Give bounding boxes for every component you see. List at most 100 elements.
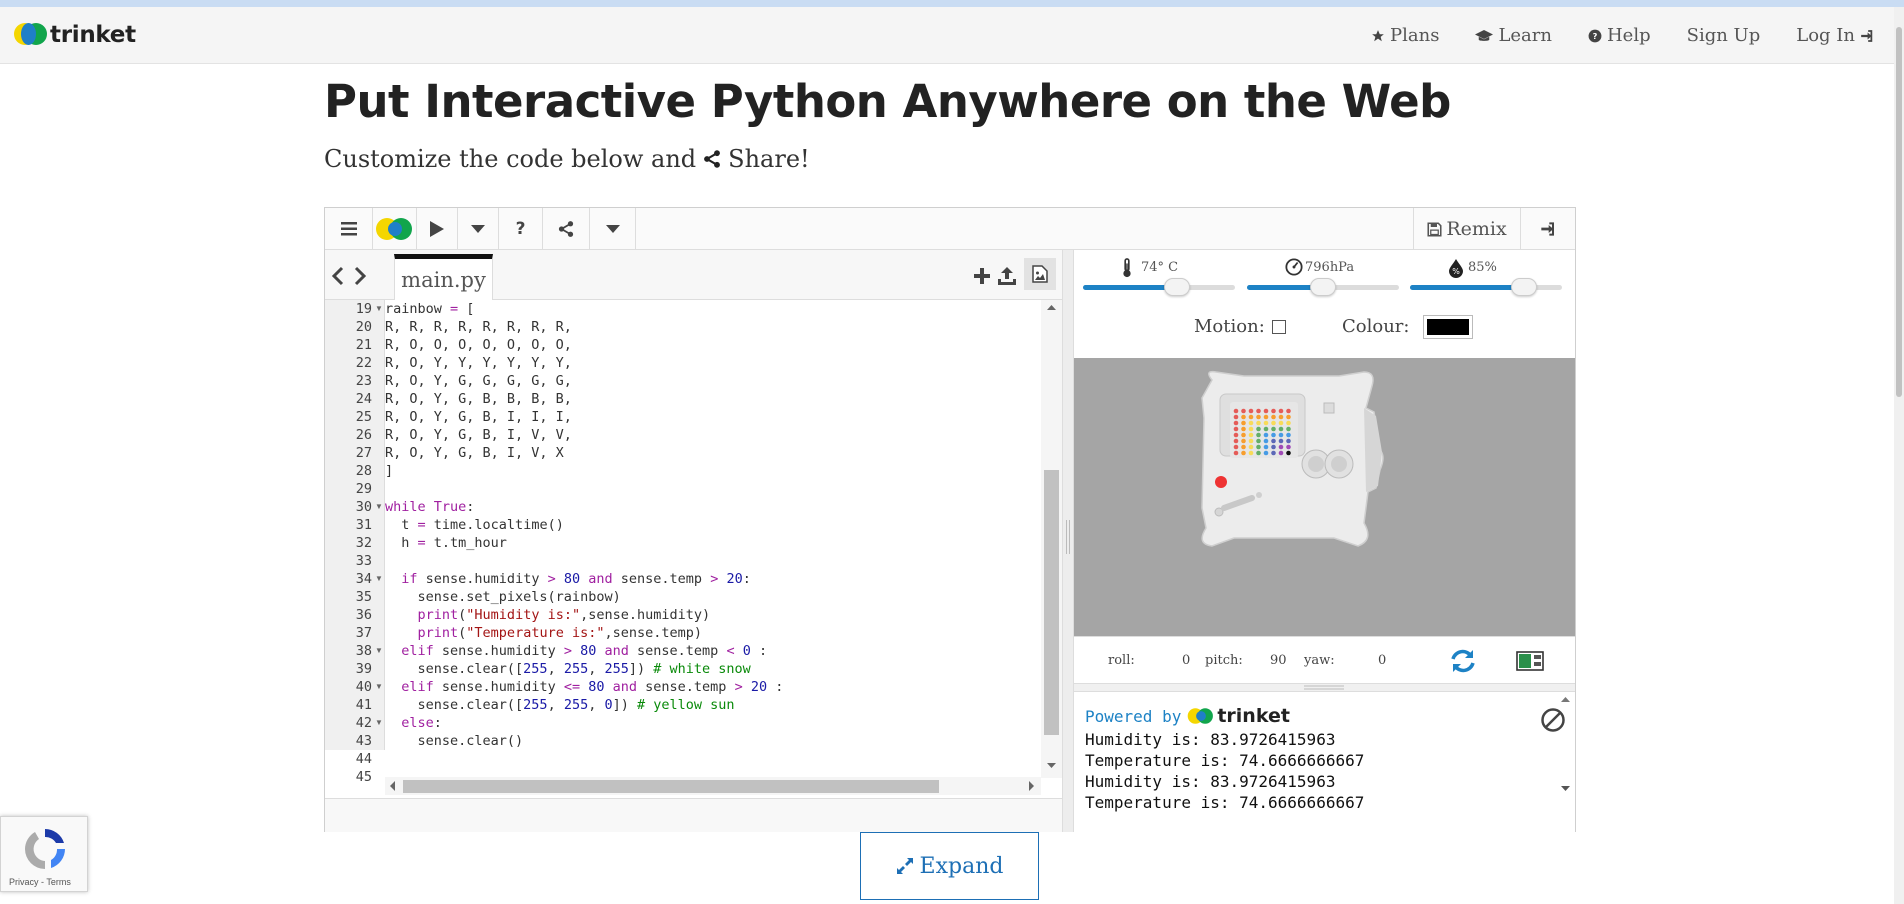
pressure-slider[interactable]: 796hPa	[1247, 256, 1399, 296]
nav-plans-link[interactable]: Plans	[1371, 25, 1439, 46]
code-line: rainbow = [	[385, 301, 475, 317]
line-number-text: 43	[355, 733, 372, 749]
help-button[interactable]: ?	[499, 208, 543, 250]
run-options-dropdown[interactable]	[458, 208, 499, 250]
console-line: Humidity is: 83.9726415963	[1085, 730, 1336, 749]
line-number-text: 28	[355, 463, 372, 479]
share-button[interactable]	[543, 208, 590, 250]
refresh-icon[interactable]	[1449, 647, 1477, 675]
line-number: 30 ▼	[325, 498, 384, 516]
colour-picker[interactable]	[1423, 315, 1473, 339]
nav-signup-link[interactable]: Sign Up	[1687, 25, 1761, 46]
code-line: sense.clear()	[385, 733, 524, 749]
raspberry-pi-sense-hat-image[interactable]	[1074, 358, 1575, 636]
led-pixel	[1278, 432, 1284, 438]
image-library-button[interactable]	[1024, 258, 1056, 290]
page-scrollbar[interactable]	[1894, 7, 1904, 904]
nav-learn-label: Learn	[1498, 25, 1552, 46]
share-icon	[558, 221, 574, 237]
recaptcha-badge[interactable]: Privacy - Terms	[0, 816, 88, 892]
temperature-knob[interactable]	[1164, 278, 1191, 296]
line-number-text: 19	[355, 301, 372, 317]
menu-button[interactable]	[325, 208, 373, 250]
pane-splitter[interactable]	[1062, 250, 1074, 832]
line-number-text: 25	[355, 409, 372, 425]
led-pixel	[1278, 414, 1284, 420]
led-pixel	[1256, 432, 1261, 438]
subtitle-share-text: Share!	[728, 145, 810, 173]
editor-tabbar: main.py	[325, 250, 1062, 300]
console-scrollbar[interactable]	[1558, 695, 1573, 795]
line-number: 29	[325, 480, 384, 498]
trinket-type-button[interactable]	[373, 208, 417, 250]
line-number-text: 32	[355, 535, 372, 551]
sense-hat-stage	[1074, 358, 1575, 636]
chevron-left-icon[interactable]	[331, 266, 345, 286]
run-button[interactable]	[417, 208, 458, 250]
svg-text:?: ?	[1593, 30, 1598, 40]
powered-by[interactable]: Powered by trinket	[1085, 705, 1290, 727]
upload-icon[interactable]	[998, 267, 1016, 285]
pressure-value: 796hPa	[1305, 260, 1355, 275]
file-tab-main[interactable]: main.py	[394, 254, 493, 300]
fold-toggle-icon[interactable]: ▼	[375, 498, 383, 516]
line-number: 25	[325, 408, 384, 426]
line-number: 28	[325, 462, 384, 480]
trinket-login-button[interactable]	[1521, 208, 1575, 250]
recaptcha-links: Privacy - Terms	[9, 877, 71, 887]
fold-toggle-icon[interactable]: ▼	[375, 714, 383, 732]
led-pixel	[1278, 408, 1284, 414]
line-number-text: 24	[355, 391, 372, 407]
nav-login-link[interactable]: Log In	[1796, 25, 1874, 46]
led-pixel	[1256, 438, 1261, 444]
console-resize-handle[interactable]	[1074, 684, 1575, 692]
line-number: 43	[325, 732, 384, 750]
expand-button[interactable]: Expand	[860, 832, 1039, 900]
editor-footer	[325, 798, 1062, 832]
pi-board-icon[interactable]	[1516, 651, 1544, 671]
led-pixel	[1241, 420, 1246, 426]
powered-by-text: Powered by	[1085, 706, 1182, 726]
nav-learn-link[interactable]: Learn	[1475, 25, 1552, 46]
motion-checkbox[interactable]	[1272, 320, 1286, 334]
line-number: 22	[325, 354, 384, 372]
trinket-logo[interactable]: trinket	[14, 21, 136, 49]
recaptcha-privacy-link[interactable]: Privacy	[9, 877, 39, 887]
orientation-readout: roll: 0 pitch: 90 yaw: 0	[1074, 636, 1575, 684]
hamburger-icon	[340, 222, 357, 236]
nav-help-link[interactable]: ? Help	[1588, 25, 1651, 46]
recaptcha-terms-link[interactable]: Terms	[46, 877, 71, 887]
motion-colour-row: Motion: Colour:	[1074, 312, 1575, 342]
editor-horizontal-scrollbar[interactable]	[385, 777, 1041, 795]
pressure-knob[interactable]	[1310, 278, 1336, 296]
led-pixel	[1263, 414, 1269, 420]
led-pixel	[1286, 426, 1291, 432]
temperature-slider[interactable]: 74° C	[1083, 256, 1235, 296]
caret-down-icon	[605, 225, 620, 233]
code-line: R, O, Y, Y, Y, Y, Y, Y,	[385, 355, 572, 371]
led-pixel	[1263, 450, 1269, 456]
remix-button[interactable]: Remix	[1413, 208, 1521, 250]
fold-toggle-icon[interactable]: ▼	[375, 642, 383, 660]
code-line: else:	[401, 715, 442, 731]
led-pixel	[1271, 420, 1276, 426]
code-area[interactable]: rainbow = [R, R, R, R, R, R, R, R, R, O, …	[385, 300, 1041, 750]
fold-toggle-icon[interactable]: ▼	[375, 678, 383, 696]
line-number: 32	[325, 534, 384, 552]
pitch-label: pitch:	[1205, 653, 1243, 668]
fold-toggle-icon[interactable]: ▼	[375, 300, 383, 318]
humidity-slider[interactable]: % 85%	[1410, 256, 1562, 296]
editor-vertical-scrollbar[interactable]	[1041, 300, 1062, 778]
sign-in-icon	[1861, 29, 1873, 42]
led-pixel	[1233, 432, 1239, 438]
humidity-knob[interactable]	[1511, 278, 1537, 296]
chevron-right-icon[interactable]	[353, 266, 367, 286]
share-options-dropdown[interactable]	[590, 208, 636, 250]
plus-icon[interactable]	[974, 268, 990, 284]
fold-toggle-icon[interactable]: ▼	[375, 570, 383, 588]
line-number-text: 39	[355, 661, 372, 677]
led-pixel	[1248, 414, 1254, 420]
led-pixel	[1271, 426, 1276, 432]
